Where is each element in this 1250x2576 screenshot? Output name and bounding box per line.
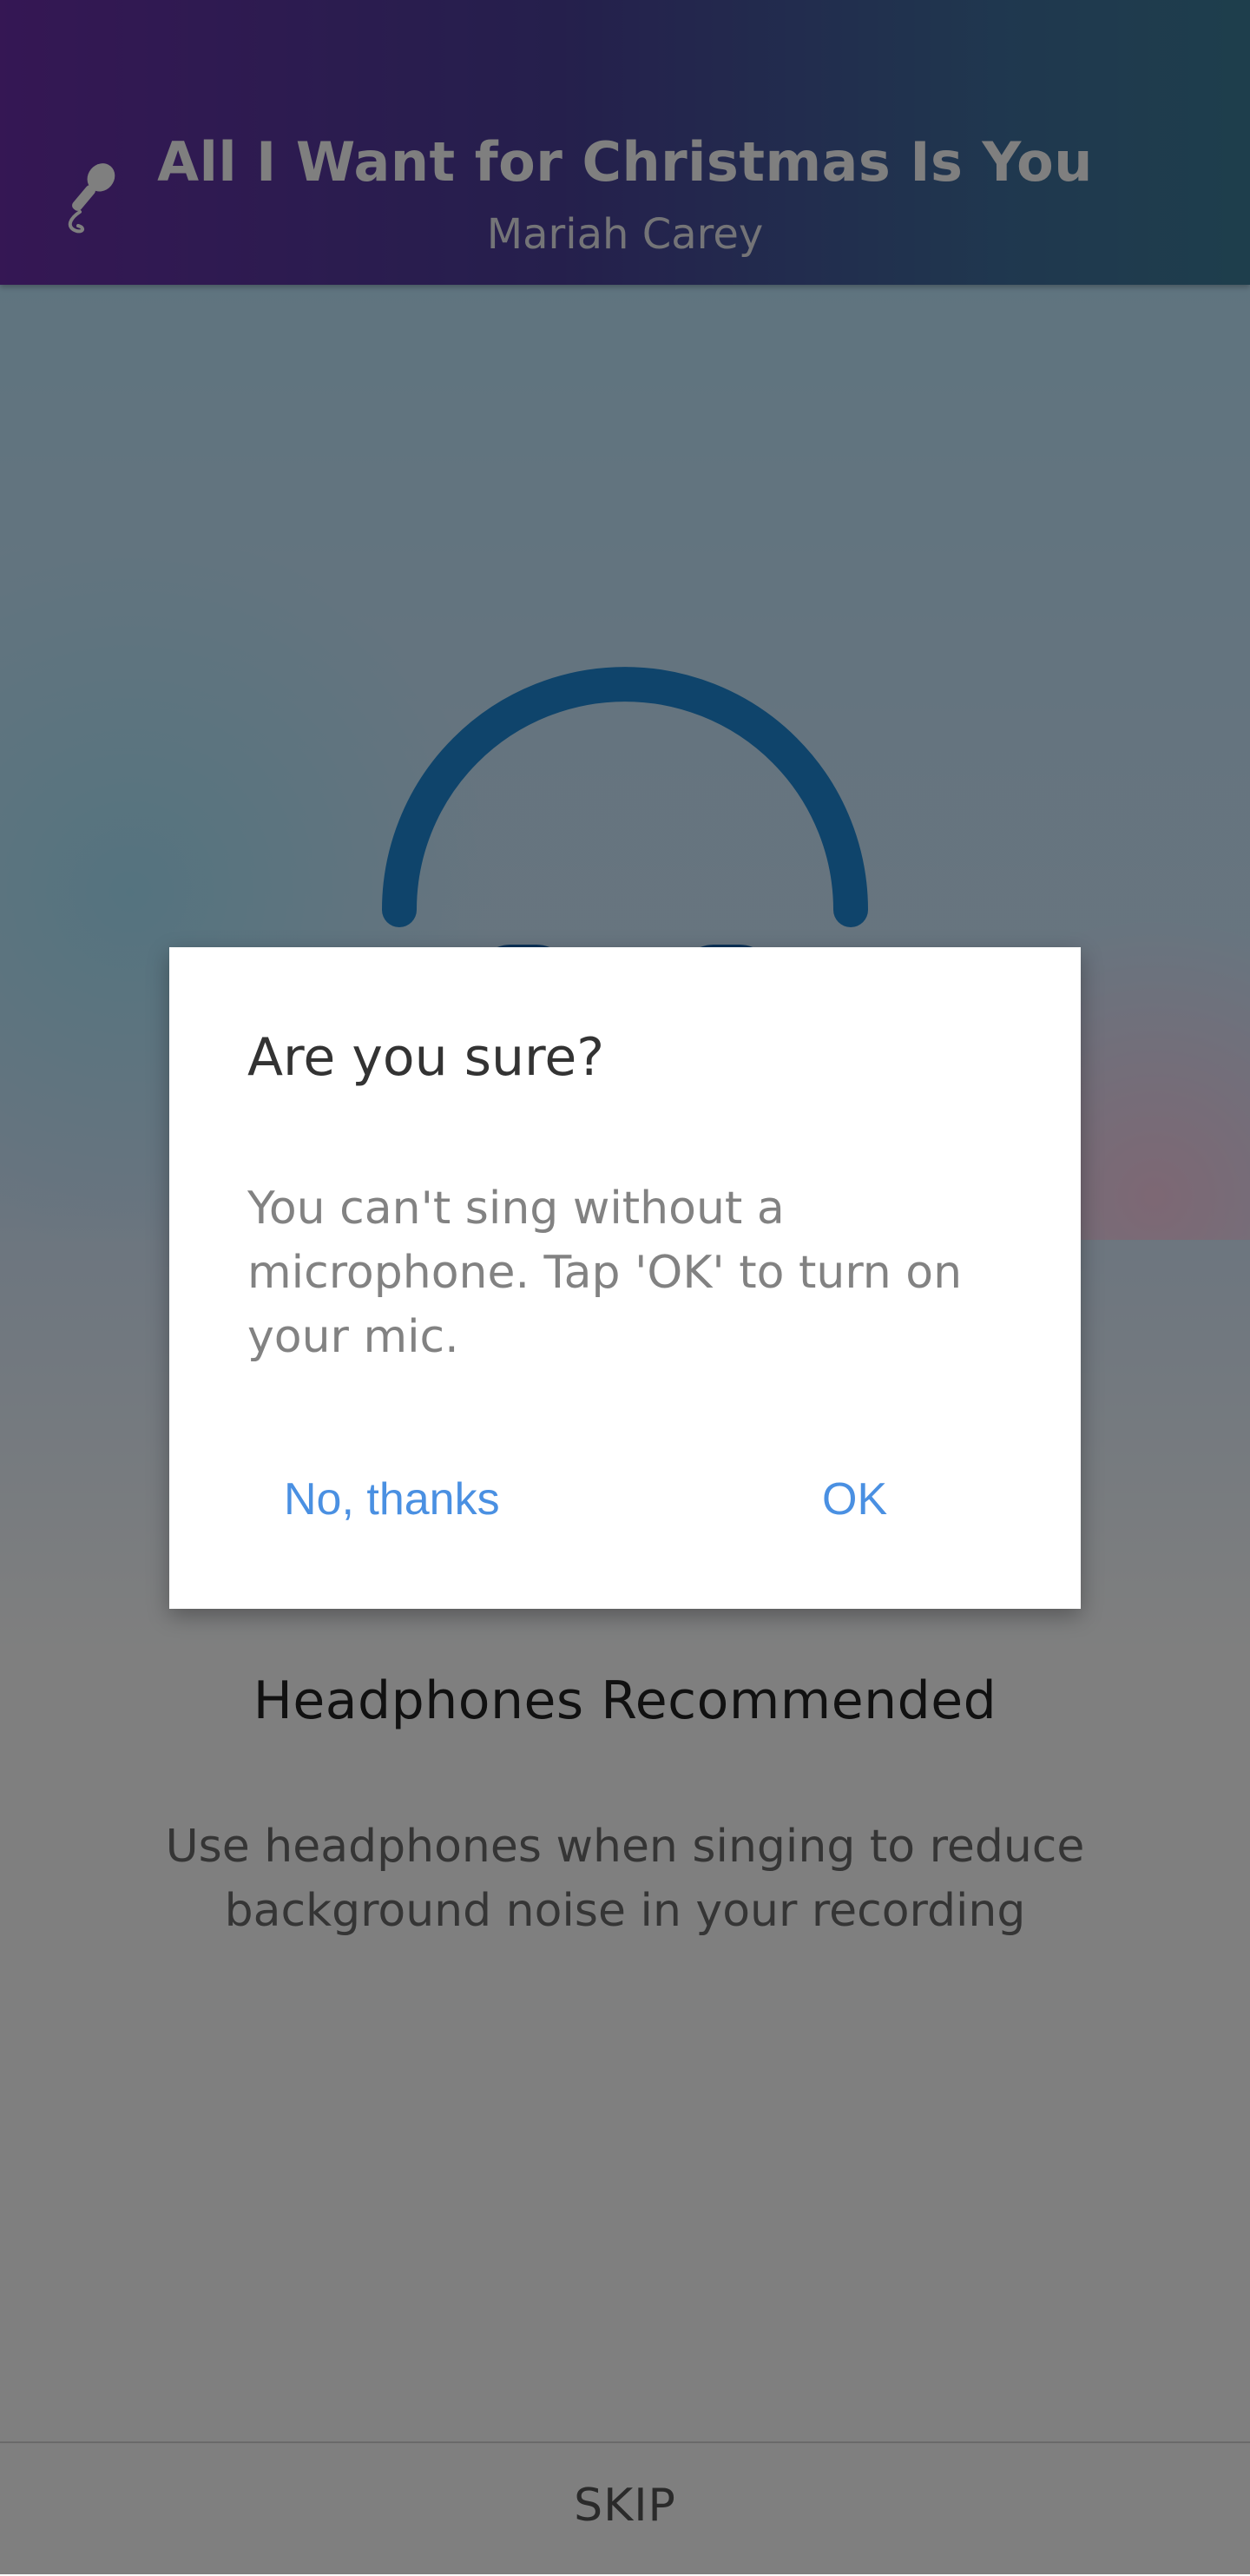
ok-button[interactable]: OK	[805, 1465, 905, 1534]
dialog-message: You can't sing without a microphone. Tap…	[247, 1183, 963, 1363]
no-thanks-button[interactable]: No, thanks	[266, 1465, 517, 1534]
confirm-dialog: Are you sure? You can't sing without a m…	[169, 947, 1081, 1609]
dialog-title: Are you sure?	[247, 1027, 605, 1088]
